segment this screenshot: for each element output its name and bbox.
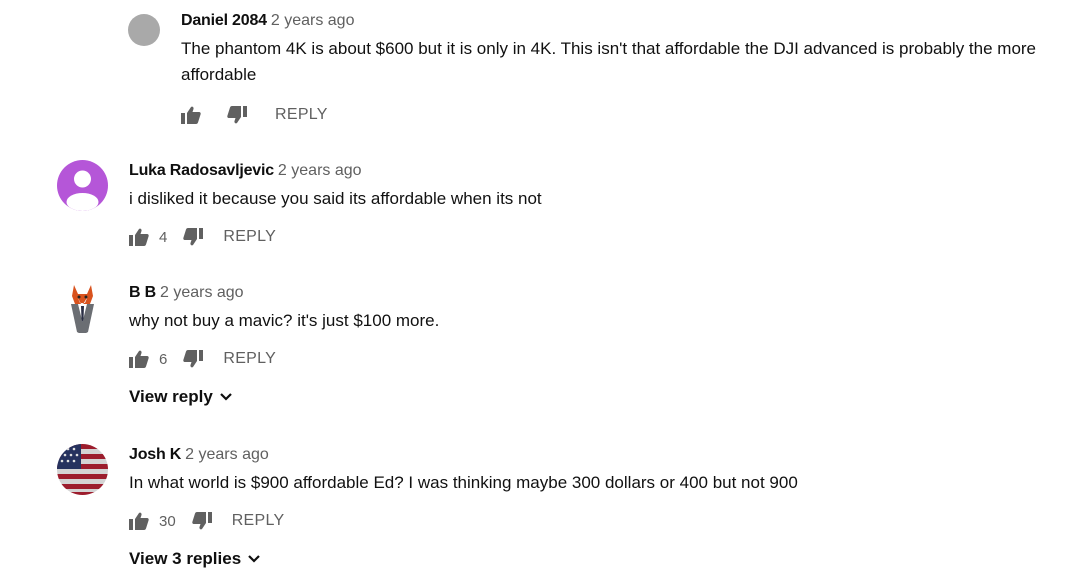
comment-timestamp[interactable]: 2 years ago — [185, 446, 269, 463]
comment-text: i disliked it because you said its affor… — [129, 189, 542, 208]
view-replies-button[interactable]: View reply — [129, 387, 233, 407]
thumbs-up-icon[interactable] — [129, 349, 151, 369]
view-replies-label: View 3 replies — [129, 549, 242, 568]
comment-timestamp[interactable]: 2 years ago — [160, 284, 244, 301]
comment-actions: 4 REPLY — [129, 226, 1049, 248]
us-flag-icon — [57, 444, 108, 495]
thumbs-down-icon[interactable] — [183, 227, 205, 247]
comment-timestamp[interactable]: 2 years ago — [271, 12, 355, 29]
comment-text: The phantom 4K is about $600 but it is o… — [181, 39, 1037, 84]
thumbs-down-icon[interactable] — [227, 105, 249, 125]
comment-header: Luka Radosavljevic 2 years ago — [129, 162, 1049, 180]
comment-header: B B2 years ago — [129, 284, 1049, 302]
comment-actions: REPLY — [181, 104, 1061, 126]
thumbs-up-icon[interactable] — [129, 227, 151, 247]
comment-actions: 6 REPLY — [129, 348, 1049, 370]
comment-header: Josh K2 years ago — [129, 446, 1049, 464]
thumbs-down-icon[interactable] — [191, 511, 214, 531]
comment-text: In what world is $900 affordable Ed? I w… — [129, 473, 798, 492]
like-count: 6 — [159, 350, 168, 368]
author-name[interactable]: Josh K — [129, 446, 181, 463]
reply-button[interactable]: REPLY — [232, 512, 285, 530]
reply-button[interactable]: REPLY — [223, 350, 276, 368]
comment-text: why not buy a mavic? it's just $100 more… — [129, 311, 440, 330]
default-user-icon — [66, 170, 99, 211]
thumbs-up-icon[interactable] — [181, 105, 203, 125]
avatar[interactable] — [128, 14, 160, 46]
author-name[interactable]: B B — [129, 284, 156, 301]
comment-timestamp[interactable]: 2 years ago — [278, 162, 362, 179]
avatar[interactable] — [57, 282, 108, 333]
author-name[interactable]: Daniel 2084 — [181, 12, 267, 29]
like-count: 4 — [159, 228, 168, 246]
view-replies-label: View reply — [129, 387, 213, 406]
reply-button[interactable]: REPLY — [275, 106, 328, 124]
fox-in-suit-icon — [71, 285, 94, 333]
thumbs-up-icon[interactable] — [129, 511, 151, 531]
like-count: 30 — [159, 512, 176, 530]
author-name[interactable]: Luka Radosavljevic — [129, 162, 274, 179]
view-replies-button[interactable]: View 3 replies — [129, 549, 261, 569]
comment-header: Daniel 2084 2 years ago — [181, 12, 1061, 30]
reply-button[interactable]: REPLY — [223, 228, 276, 246]
avatar[interactable] — [57, 160, 108, 211]
comment-actions: 30 REPLY — [129, 510, 1049, 532]
chevron-down-icon — [219, 392, 233, 402]
chevron-down-icon — [247, 554, 261, 564]
avatar[interactable] — [57, 444, 108, 495]
thumbs-down-icon[interactable] — [183, 349, 205, 369]
